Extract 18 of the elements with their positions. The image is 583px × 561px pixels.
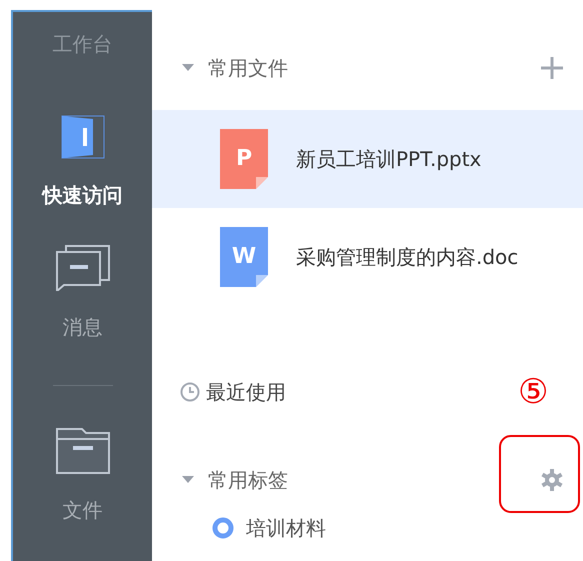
document-icon: W xyxy=(220,227,268,287)
callout-number: ⑤ xyxy=(518,372,548,412)
clock-icon xyxy=(180,382,200,402)
collapse-triangle-icon[interactable] xyxy=(182,64,194,72)
document-icon: P xyxy=(220,129,268,189)
file-row[interactable]: P 新员工培训PPT.pptx xyxy=(152,110,583,208)
sidebar-item[interactable]: 快速访问 xyxy=(13,115,152,209)
tag-item[interactable]: 培训材料 xyxy=(152,508,332,548)
recent-link[interactable]: 最近使用 xyxy=(206,377,286,407)
section-title: 常用标签 xyxy=(208,467,288,494)
add-icon[interactable] xyxy=(541,57,563,79)
chat-icon xyxy=(56,245,110,291)
workspace-title: 工作台 xyxy=(52,31,112,58)
collapse-triangle-icon[interactable] xyxy=(182,476,194,484)
settings-icon[interactable] xyxy=(541,469,563,491)
folder-icon xyxy=(56,428,110,474)
section-title: 常用文件 xyxy=(208,55,288,82)
door-icon xyxy=(60,115,104,159)
